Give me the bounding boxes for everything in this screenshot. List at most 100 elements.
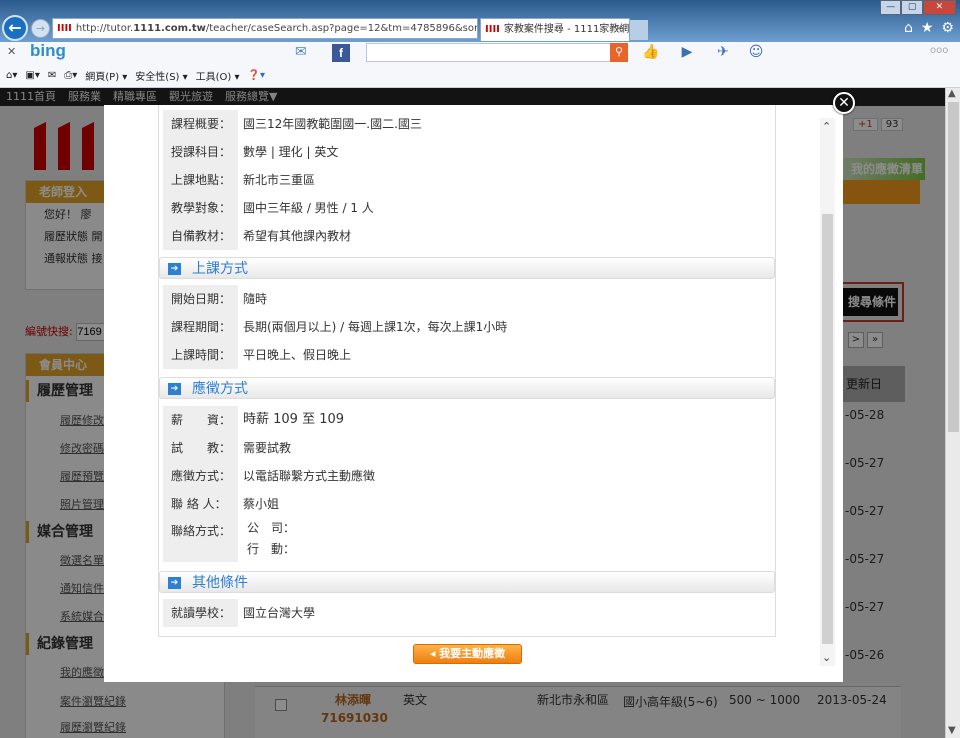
section-title: 上課方式 bbox=[192, 261, 248, 277]
row-label: 課程概要： bbox=[163, 110, 238, 138]
nav-travel[interactable]: 觀光旅遊 bbox=[169, 88, 213, 106]
link[interactable]: 履歷瀏覽紀錄 bbox=[26, 719, 126, 737]
section-header-other: ➔ 其他條件 bbox=[159, 571, 775, 593]
gear-icon[interactable]: ⚙ bbox=[941, 20, 954, 38]
facebook-icon[interactable]: f bbox=[332, 44, 350, 62]
arrow-icon: ➔ bbox=[168, 577, 181, 589]
close-modal-button[interactable]: ✕ bbox=[833, 92, 855, 114]
subject-cell: 英文 bbox=[403, 693, 428, 707]
video-icon[interactable]: ▶ bbox=[676, 44, 698, 62]
detail-row: 試 教： 需要試教 bbox=[159, 434, 775, 462]
window-controls: — ▢ ✕ bbox=[880, 0, 956, 15]
scroll-up-icon[interactable]: ⌃ bbox=[822, 120, 831, 133]
row-label: 開始日期： bbox=[163, 285, 238, 313]
print-icon[interactable]: ⎙▾ bbox=[64, 70, 77, 81]
link[interactable]: 履歷預覽 bbox=[26, 468, 104, 486]
row-value: 國三12年國教範圍國一.國二.國三 bbox=[243, 117, 422, 131]
apply-button[interactable]: ◂ 我要主動應徵 bbox=[413, 644, 522, 664]
row-label: 薪 資： bbox=[163, 406, 238, 434]
detail-row: 授課科目： 數學 | 理化 | 英文 bbox=[159, 138, 775, 166]
mail-icon[interactable]: ✉ bbox=[48, 70, 56, 81]
next-page-button[interactable]: > bbox=[848, 332, 864, 348]
tab-active[interactable]: IIII 家教案件搜尋 - 1111家教網 ✕ bbox=[480, 18, 630, 41]
row-value: 國立台灣大學 bbox=[243, 606, 316, 620]
forward-button[interactable]: → bbox=[31, 19, 50, 38]
last-page-button[interactable]: » bbox=[867, 332, 883, 348]
case-detail-content: 課程概要： 國三12年國教範圍國一.國二.國三 授課科目： 數學 | 理化 | 英文… bbox=[158, 105, 776, 637]
scroll-thumb[interactable] bbox=[948, 102, 959, 432]
gplus-widget[interactable]: +1 93 bbox=[850, 118, 904, 131]
link[interactable]: 系統媒合 bbox=[26, 608, 104, 626]
detail-row-contact: 聯絡方式： 公 司： 行 動： bbox=[159, 518, 775, 562]
nav-service[interactable]: 服務業 bbox=[68, 88, 101, 106]
nav-elite[interactable]: 精職專區 bbox=[113, 88, 157, 106]
back-button[interactable]: ← bbox=[2, 15, 28, 41]
close-window-button[interactable]: ✕ bbox=[922, 0, 956, 15]
link[interactable]: 徵選名單 bbox=[26, 552, 104, 570]
scroll-down-icon[interactable]: ⌄ bbox=[822, 651, 831, 664]
feeds-icon[interactable]: ▣▾ bbox=[25, 70, 39, 81]
link[interactable]: 我的應徵 bbox=[26, 664, 104, 682]
translate-icon[interactable]: ✈ bbox=[712, 44, 734, 62]
row-value: 需要試教 bbox=[243, 441, 292, 455]
scroll-thumb[interactable] bbox=[822, 214, 833, 644]
row-checkbox[interactable] bbox=[275, 699, 287, 711]
date-cell: -05-27 bbox=[845, 504, 885, 518]
row-value: 平日晚上、假日晚上 bbox=[243, 348, 352, 362]
detail-row: 自備教材： 希望有其他課內教材 bbox=[159, 222, 775, 250]
site-favicon: IIII bbox=[57, 23, 72, 34]
bing-search-input[interactable] bbox=[366, 43, 628, 62]
menu-tools[interactable]: 工具(O) ▾ bbox=[196, 68, 240, 83]
pay-cell: 500 ~ 1000 bbox=[729, 693, 801, 707]
star-icon[interactable]: ★ bbox=[921, 20, 934, 38]
arrow-icon: ◂ bbox=[429, 647, 440, 660]
link[interactable]: 照片管理 bbox=[26, 496, 104, 514]
row-value: 公 司： 行 動： bbox=[247, 518, 295, 560]
close-toolbar-icon[interactable]: ✕ bbox=[7, 45, 16, 58]
tutor-name[interactable]: 林添暉 bbox=[335, 691, 371, 708]
more-icon[interactable]: ooo bbox=[930, 45, 948, 56]
like-icon[interactable]: 👍 bbox=[640, 44, 662, 62]
home-icon[interactable]: ⌂ bbox=[904, 20, 913, 38]
search-icon[interactable]: ⚲ bbox=[610, 43, 628, 62]
link[interactable]: 修改密碼 bbox=[26, 440, 104, 458]
search-conditions-label: 搜尋條件 bbox=[834, 288, 898, 316]
link[interactable]: 案件瀏覽紀錄 bbox=[26, 693, 126, 711]
home-icon[interactable]: ⌂▾ bbox=[6, 70, 17, 81]
page-scrollbar[interactable]: ▲ ▼ bbox=[945, 88, 960, 738]
table-row[interactable]: 林添暉 71691030 英文 新北市永和區 國小高年級(5~6) 500 ~ … bbox=[255, 686, 901, 738]
row-value: 新北市三重區 bbox=[243, 173, 316, 187]
gplus-button[interactable]: +1 bbox=[853, 118, 878, 131]
new-tab-button[interactable] bbox=[630, 20, 648, 40]
scroll-up-icon[interactable]: ▲ bbox=[948, 88, 956, 99]
minimize-button[interactable]: — bbox=[880, 0, 902, 15]
menu-page[interactable]: 網頁(P) ▾ bbox=[85, 68, 127, 83]
row-label: 聯 絡 人： bbox=[163, 490, 238, 518]
link[interactable]: 履歷修改 bbox=[26, 412, 104, 430]
url-host: 1111.com.tw bbox=[133, 23, 206, 34]
nav-all[interactable]: 服務總覽▼ bbox=[225, 88, 277, 106]
row-label: 授課科目： bbox=[163, 138, 238, 166]
mail-icon[interactable]: ✉ bbox=[295, 44, 321, 60]
nav-home[interactable]: 1111首頁 bbox=[6, 88, 56, 106]
browser-nav-icons: ⌂ ★ ⚙ bbox=[900, 20, 958, 38]
row-label: 上課時間： bbox=[163, 341, 238, 369]
detail-row: 課程概要： 國三12年國教範圍國一.國二.國三 bbox=[159, 110, 775, 138]
site-nav: 1111首頁 服務業 精職專區 觀光旅遊 服務總覽▼ bbox=[0, 88, 945, 106]
detail-row: 上課地點： 新北市三重區 bbox=[159, 166, 775, 194]
link[interactable]: 通知信件 bbox=[26, 580, 104, 598]
modal-scrollbar[interactable]: ⌃ ⌄ bbox=[820, 118, 835, 666]
tutor-id[interactable]: 71691030 bbox=[321, 711, 388, 725]
help-icon[interactable]: ❓▾ bbox=[248, 70, 265, 81]
address-bar[interactable]: IIII http://tutor.1111.com.tw/teacher/cas… bbox=[52, 18, 478, 39]
row-value: 長期(兩個月以上) / 每週上課1次，每次上課1小時 bbox=[243, 320, 508, 334]
row-value: 時薪 109 至 109 bbox=[243, 412, 345, 427]
detail-row: 應徵方式： 以電話聯繫方式主動應徵 bbox=[159, 462, 775, 490]
restore-button[interactable]: ▢ bbox=[901, 0, 923, 15]
detail-row: 薪 資： 時薪 109 至 109 bbox=[159, 406, 775, 434]
date-cell: -05-27 bbox=[845, 600, 885, 614]
menu-safety[interactable]: 安全性(S) ▾ bbox=[135, 68, 187, 83]
close-tab-icon[interactable]: ✕ bbox=[615, 19, 623, 41]
scroll-down-icon[interactable]: ▼ bbox=[948, 725, 956, 736]
messenger-icon[interactable]: ☺ bbox=[745, 44, 767, 62]
